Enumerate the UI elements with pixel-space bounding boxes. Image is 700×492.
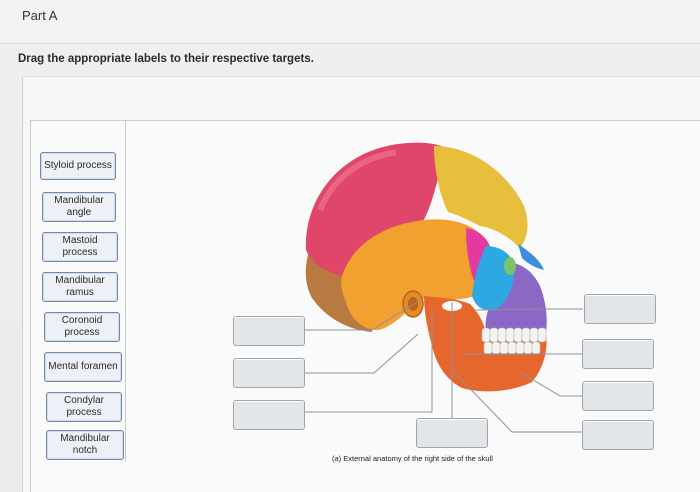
drop-target-right-3[interactable] — [582, 381, 654, 411]
drop-target-right-1[interactable] — [584, 294, 656, 324]
figure-caption: (a) External anatomy of the right side o… — [332, 454, 493, 463]
drop-target-bottom[interactable] — [416, 418, 488, 448]
skull-illustration — [305, 142, 583, 433]
drop-target-right-4[interactable] — [582, 420, 654, 450]
drop-target-left-2[interactable] — [233, 358, 305, 388]
nasal-bone — [518, 244, 544, 270]
drop-target-left-1[interactable] — [233, 316, 305, 346]
drop-target-left-3[interactable] — [233, 400, 305, 430]
drop-target-right-2[interactable] — [582, 339, 654, 369]
